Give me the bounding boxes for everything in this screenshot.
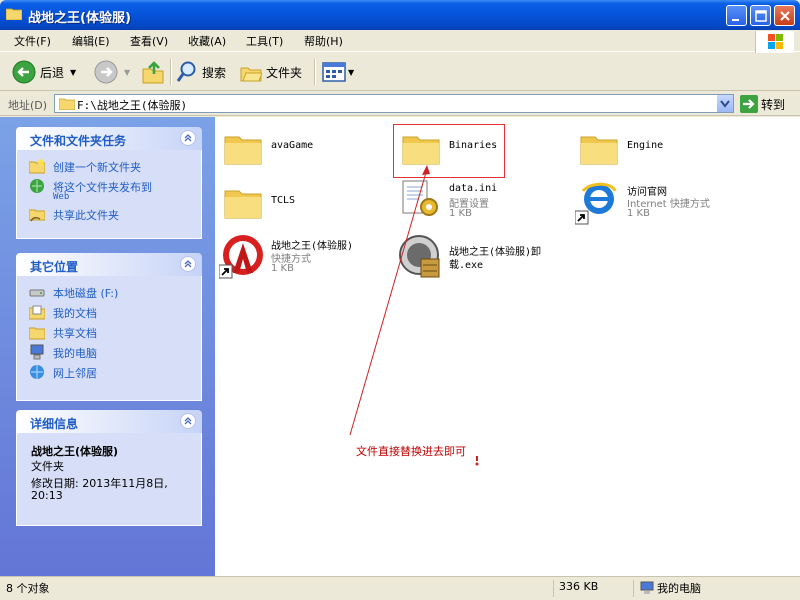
status-bar: 8 个对象 336 KB 我的电脑 xyxy=(0,576,800,600)
menu-bar: 文件(F) 编辑(E) 查看(V) 收藏(A) 工具(T) 帮助(H) xyxy=(0,30,800,52)
folders-button[interactable]: 文件夹 xyxy=(240,59,302,85)
place-my-computer[interactable]: 我的电脑 xyxy=(17,342,201,362)
panel-title: 其它位置 xyxy=(30,260,79,274)
maximize-button[interactable] xyxy=(750,5,771,26)
file-tasks-header[interactable]: 文件和文件夹任务 xyxy=(16,127,202,150)
address-bar: 地址(D) F:\战地之王(体验服) 转到 xyxy=(0,92,800,116)
back-dropdown-icon[interactable]: ▼ xyxy=(70,68,76,77)
minimize-icon xyxy=(732,19,739,21)
windows-logo-icon xyxy=(755,31,794,53)
drive-icon xyxy=(29,289,45,297)
details-type: 文件夹 xyxy=(31,460,64,473)
forward-dropdown-icon[interactable]: ▼ xyxy=(124,68,130,77)
annotation-text: 文件直接替换进去即可 xyxy=(356,445,466,458)
forward-arrow-icon xyxy=(94,60,118,84)
back-button[interactable]: 后退 ▼ xyxy=(12,59,76,85)
my-computer-icon xyxy=(640,581,654,594)
my-computer-icon xyxy=(30,344,44,360)
up-folder-button[interactable] xyxy=(142,59,164,85)
task-pane: 文件和文件夹任务 创建一个新文件夹 将这个文件夹发布到 Web 共享此文件夹 其… xyxy=(0,117,215,576)
folder-icon xyxy=(59,98,75,110)
address-dropdown-button[interactable] xyxy=(716,95,733,112)
details-panel: 详细信息 战地之王(体验服) 文件夹 修改日期: 2013年11月8日, 20:… xyxy=(16,410,202,526)
views-dropdown-icon[interactable]: ▼ xyxy=(348,68,354,77)
menu-view[interactable]: 查看(V) xyxy=(130,33,168,49)
folders-icon xyxy=(240,67,262,82)
collapse-icon[interactable] xyxy=(180,130,196,146)
address-label: 地址(D) xyxy=(8,99,48,112)
maximize-icon xyxy=(755,10,767,22)
back-arrow-icon xyxy=(12,60,36,84)
other-places-header[interactable]: 其它位置 xyxy=(16,253,202,276)
place-local-disk[interactable]: 本地磁盘 (F:) xyxy=(17,282,201,302)
publish-web-icon xyxy=(30,179,44,193)
window-title: 战地之王(体验服) xyxy=(28,11,131,26)
place-network[interactable]: 网上邻居 xyxy=(17,362,201,382)
details-name: 战地之王(体验服) xyxy=(31,445,119,458)
other-places-panel: 其它位置 本地磁盘 (F:) 我的文档 共享文档 我的电脑 网上邻居 xyxy=(16,253,202,401)
status-divider xyxy=(633,580,634,597)
collapse-icon[interactable] xyxy=(180,413,196,429)
file-tasks-panel: 文件和文件夹任务 创建一个新文件夹 将这个文件夹发布到 Web 共享此文件夹 xyxy=(16,127,202,239)
toolbar-separator xyxy=(170,59,172,85)
views-icon xyxy=(322,62,346,82)
address-input[interactable]: F:\战地之王(体验服) xyxy=(54,94,734,113)
my-documents-icon xyxy=(29,305,45,320)
shared-documents-icon xyxy=(29,327,45,340)
status-divider xyxy=(553,580,554,597)
go-button[interactable]: 转到 xyxy=(740,95,785,113)
status-size: 336 KB xyxy=(559,580,599,593)
status-location: 我的电脑 xyxy=(657,582,701,595)
close-icon xyxy=(780,11,790,21)
new-folder-icon xyxy=(29,159,45,174)
search-button[interactable]: 搜索 xyxy=(176,59,226,85)
annotation-arrow xyxy=(349,165,479,466)
toolbar: 后退 ▼ ▼ 搜索 文件夹 ▼ xyxy=(0,53,800,91)
details-modified-time: 20:13 xyxy=(31,489,63,502)
menu-favorites[interactable]: 收藏(A) xyxy=(188,33,226,49)
folder-icon xyxy=(5,7,23,21)
search-icon xyxy=(176,61,196,82)
place-shared-documents[interactable]: 共享文档 xyxy=(17,322,201,342)
forward-button[interactable]: ▼ xyxy=(94,59,130,85)
task-share-folder[interactable]: 共享此文件夹 xyxy=(17,204,201,224)
menu-tools[interactable]: 工具(T) xyxy=(246,33,283,49)
menu-file[interactable]: 文件(F) xyxy=(14,33,51,49)
chevron-down-icon xyxy=(720,100,730,108)
menu-help[interactable]: 帮助(H) xyxy=(304,33,343,49)
status-object-count: 8 个对象 xyxy=(6,582,50,595)
close-button[interactable] xyxy=(774,5,795,26)
go-arrow-icon xyxy=(740,95,758,113)
network-icon xyxy=(30,365,44,379)
panel-title: 文件和文件夹任务 xyxy=(30,134,127,148)
up-folder-icon xyxy=(142,61,164,84)
views-button[interactable]: ▼ xyxy=(322,59,354,85)
toolbar-separator xyxy=(314,59,316,85)
title-bar[interactable]: 战地之王(体验服) xyxy=(0,0,800,30)
task-publish-web[interactable]: 将这个文件夹发布到 Web xyxy=(17,176,201,204)
share-folder-icon xyxy=(29,209,45,222)
task-new-folder[interactable]: 创建一个新文件夹 xyxy=(17,156,201,176)
place-my-documents[interactable]: 我的文档 xyxy=(17,302,201,322)
collapse-icon[interactable] xyxy=(180,256,196,272)
menu-edit[interactable]: 编辑(E) xyxy=(72,33,110,49)
address-value: F:\战地之王(体验服) xyxy=(77,99,188,112)
explorer-window: 战地之王(体验服) 文件(F) 编辑(E) 查看(V) 收藏(A) 工具(T) … xyxy=(0,0,800,600)
file-list[interactable]: avaGame Binaries Engine TCLS data.ini 配置… xyxy=(215,117,800,576)
details-header[interactable]: 详细信息 xyxy=(16,410,202,433)
panel-title: 详细信息 xyxy=(30,417,79,431)
minimize-button[interactable] xyxy=(726,5,747,26)
